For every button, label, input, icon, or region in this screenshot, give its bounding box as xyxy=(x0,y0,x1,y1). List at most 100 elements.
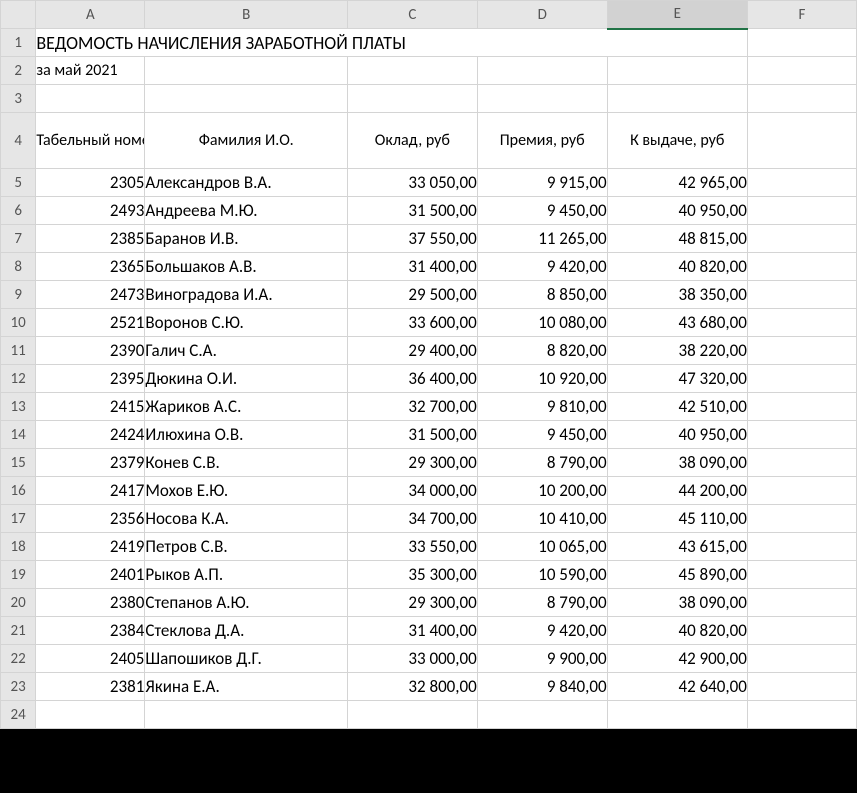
cell-pay[interactable]: 48 815,00 xyxy=(607,225,747,253)
cell-bonus[interactable]: 9 420,00 xyxy=(477,617,607,645)
cell-empty[interactable] xyxy=(145,701,348,729)
column-header-b[interactable]: B xyxy=(145,1,348,29)
cell-name[interactable]: Петров С.В. xyxy=(145,533,348,561)
cell-tabnum[interactable]: 2424 xyxy=(36,421,145,449)
cell-tabnum[interactable]: 2405 xyxy=(36,645,145,673)
cell-name[interactable]: Шапошиков Д.Г. xyxy=(145,645,348,673)
cell-pay[interactable]: 44 200,00 xyxy=(607,477,747,505)
cell-salary[interactable]: 31 500,00 xyxy=(347,197,477,225)
cell-pay[interactable]: 43 615,00 xyxy=(607,533,747,561)
cell-salary[interactable]: 33 600,00 xyxy=(347,309,477,337)
row-header-2[interactable]: 2 xyxy=(1,57,36,85)
cell-name[interactable]: Мохов Е.Ю. xyxy=(145,477,348,505)
cell-bonus[interactable]: 8 790,00 xyxy=(477,449,607,477)
cell-salary[interactable]: 36 400,00 xyxy=(347,365,477,393)
row-header-13[interactable]: 13 xyxy=(1,393,36,421)
cell-empty[interactable] xyxy=(607,57,747,85)
cell-pay[interactable]: 40 820,00 xyxy=(607,617,747,645)
cell-empty[interactable] xyxy=(36,701,145,729)
cell-pay[interactable]: 40 820,00 xyxy=(607,253,747,281)
cell-empty[interactable] xyxy=(36,85,145,113)
cell-bonus[interactable]: 8 820,00 xyxy=(477,337,607,365)
cell-f22[interactable] xyxy=(747,645,856,673)
cell-pay[interactable]: 38 220,00 xyxy=(607,337,747,365)
cell-name[interactable]: Баранов И.В. xyxy=(145,225,348,253)
cell-pay[interactable]: 42 640,00 xyxy=(607,673,747,701)
cell-empty[interactable] xyxy=(747,701,856,729)
cell-tabnum[interactable]: 2305 xyxy=(36,169,145,197)
cell-bonus[interactable]: 10 080,00 xyxy=(477,309,607,337)
cell-bonus[interactable]: 10 920,00 xyxy=(477,365,607,393)
cell-f23[interactable] xyxy=(747,673,856,701)
cell-f6[interactable] xyxy=(747,197,856,225)
cell-tabnum[interactable]: 2493 xyxy=(36,197,145,225)
cell-salary[interactable]: 33 050,00 xyxy=(347,169,477,197)
cell-empty[interactable] xyxy=(347,701,477,729)
cell-pay[interactable]: 42 965,00 xyxy=(607,169,747,197)
cell-f18[interactable] xyxy=(747,533,856,561)
cell-name[interactable]: Якина Е.А. xyxy=(145,673,348,701)
cell-tabnum[interactable]: 2521 xyxy=(36,309,145,337)
cell-salary[interactable]: 32 800,00 xyxy=(347,673,477,701)
cell-salary[interactable]: 34 700,00 xyxy=(347,505,477,533)
cell-f7[interactable] xyxy=(747,225,856,253)
cell-f17[interactable] xyxy=(747,505,856,533)
cell-empty[interactable] xyxy=(145,57,348,85)
cell-bonus[interactable]: 9 420,00 xyxy=(477,253,607,281)
cell-f21[interactable] xyxy=(747,617,856,645)
row-header-22[interactable]: 22 xyxy=(1,645,36,673)
column-header-d[interactable]: D xyxy=(477,1,607,29)
row-header-19[interactable]: 19 xyxy=(1,561,36,589)
cell-tabnum[interactable]: 2384 xyxy=(36,617,145,645)
cell-salary[interactable]: 34 000,00 xyxy=(347,477,477,505)
cell-name[interactable]: Степанов А.Ю. xyxy=(145,589,348,617)
cell-f13[interactable] xyxy=(747,393,856,421)
cell-name[interactable]: Андреева М.Ю. xyxy=(145,197,348,225)
cell-tabnum[interactable]: 2417 xyxy=(36,477,145,505)
row-header-21[interactable]: 21 xyxy=(1,617,36,645)
cell-f15[interactable] xyxy=(747,449,856,477)
cell-bonus[interactable]: 9 810,00 xyxy=(477,393,607,421)
cell-f20[interactable] xyxy=(747,589,856,617)
cell-bonus[interactable]: 9 900,00 xyxy=(477,645,607,673)
cell-empty[interactable] xyxy=(347,57,477,85)
cell-bonus[interactable]: 8 850,00 xyxy=(477,281,607,309)
column-header-f[interactable]: F xyxy=(747,1,856,29)
cell-empty[interactable] xyxy=(607,701,747,729)
cell-name[interactable]: Конев С.В. xyxy=(145,449,348,477)
cell-name[interactable]: Носова К.А. xyxy=(145,505,348,533)
cell-tabnum[interactable]: 2415 xyxy=(36,393,145,421)
cell-bonus[interactable]: 10 410,00 xyxy=(477,505,607,533)
row-header-10[interactable]: 10 xyxy=(1,309,36,337)
row-header-6[interactable]: 6 xyxy=(1,197,36,225)
cell-empty[interactable] xyxy=(477,701,607,729)
row-header-7[interactable]: 7 xyxy=(1,225,36,253)
row-header-16[interactable]: 16 xyxy=(1,477,36,505)
cell-salary[interactable]: 33 550,00 xyxy=(347,533,477,561)
cell-tabnum[interactable]: 2381 xyxy=(36,673,145,701)
cell-salary[interactable]: 31 500,00 xyxy=(347,421,477,449)
row-header-5[interactable]: 5 xyxy=(1,169,36,197)
cell-name[interactable]: Дюкина О.И. xyxy=(145,365,348,393)
row-header-18[interactable]: 18 xyxy=(1,533,36,561)
cell-f16[interactable] xyxy=(747,477,856,505)
cell-tabnum[interactable]: 2419 xyxy=(36,533,145,561)
cell-bonus[interactable]: 10 200,00 xyxy=(477,477,607,505)
cell-empty[interactable] xyxy=(145,85,348,113)
cell-tabnum[interactable]: 2395 xyxy=(36,365,145,393)
cell-name[interactable]: Александров В.А. xyxy=(145,169,348,197)
cell-f11[interactable] xyxy=(747,337,856,365)
cell-f4[interactable] xyxy=(747,113,856,169)
cell-f12[interactable] xyxy=(747,365,856,393)
cell-empty[interactable] xyxy=(607,85,747,113)
cell-salary[interactable]: 35 300,00 xyxy=(347,561,477,589)
cell-tabnum[interactable]: 2356 xyxy=(36,505,145,533)
row-header-4[interactable]: 4 xyxy=(1,113,36,169)
cell-pay[interactable]: 47 320,00 xyxy=(607,365,747,393)
row-header-24[interactable]: 24 xyxy=(1,701,36,729)
cell-name[interactable]: Рыков А.П. xyxy=(145,561,348,589)
cell-tabnum[interactable]: 2380 xyxy=(36,589,145,617)
cell-salary[interactable]: 29 400,00 xyxy=(347,337,477,365)
cell-salary[interactable]: 32 700,00 xyxy=(347,393,477,421)
cell-empty[interactable] xyxy=(477,57,607,85)
